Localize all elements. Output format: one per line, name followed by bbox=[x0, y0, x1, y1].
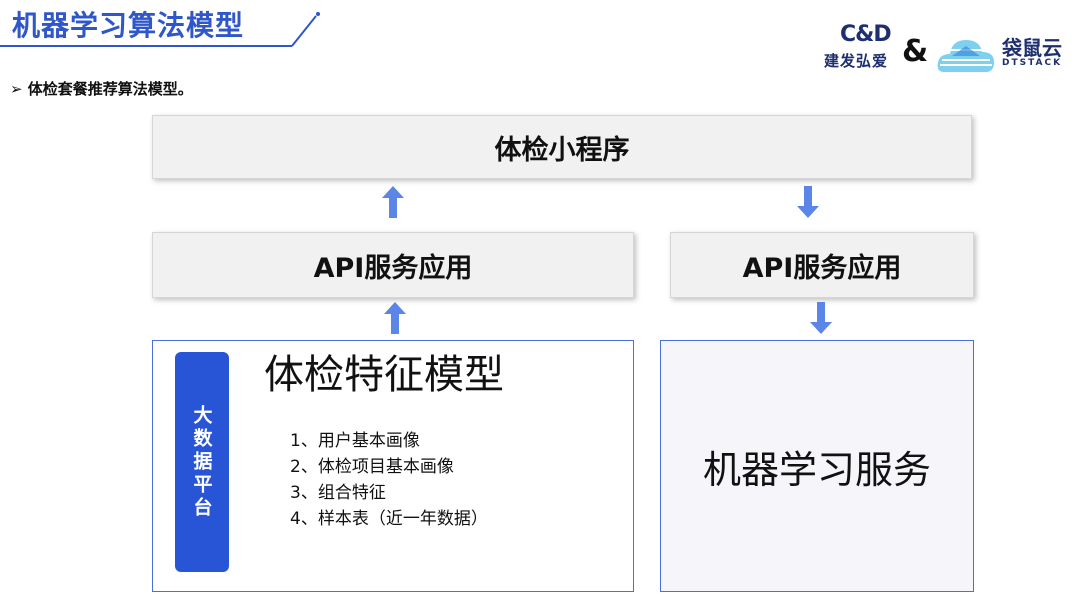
ampersand: & bbox=[902, 34, 929, 69]
api-service-box-left: API服务应用 bbox=[152, 232, 634, 298]
list-item: 2、体检项目基本画像 bbox=[290, 457, 454, 477]
feature-model-title: 体检特征模型 bbox=[264, 352, 504, 398]
api-service-label-left: API服务应用 bbox=[313, 252, 473, 284]
list-item: 3、组合特征 bbox=[290, 483, 386, 503]
bigdata-platform-label: 大数据平台 bbox=[190, 404, 213, 520]
dtstack-logo-cn: 袋鼠云 bbox=[1002, 36, 1062, 60]
api-service-box-right: API服务应用 bbox=[670, 232, 974, 298]
arrow-up-icon bbox=[384, 302, 406, 334]
mini-program-label: 体检小程序 bbox=[494, 134, 630, 166]
arrow-down-icon bbox=[810, 302, 832, 334]
mini-program-box: 体检小程序 bbox=[152, 115, 972, 179]
dtstack-cloud-icon bbox=[937, 40, 994, 72]
cd-logo-name: 建发弘爱 bbox=[824, 52, 889, 70]
feature-list: 1、用户基本画像 2、体检项目基本画像 3、组合特征 4、样本表（近一年数据） bbox=[290, 428, 488, 532]
ml-service-label: 机器学习服务 bbox=[702, 447, 931, 492]
arrow-down-icon bbox=[797, 186, 819, 218]
dtstack-logo-en: DTSTACK bbox=[1002, 58, 1063, 68]
list-item: 1、用户基本画像 bbox=[290, 431, 420, 451]
ml-service-box: 机器学习服务 bbox=[660, 340, 974, 592]
page-title: 机器学习算法模型 bbox=[12, 9, 245, 42]
api-service-label-right: API服务应用 bbox=[742, 252, 902, 284]
arrow-up-icon bbox=[382, 186, 404, 218]
cd-logo-mark: C&D bbox=[840, 22, 892, 47]
subtitle: ➢ 体检套餐推荐算法模型。 bbox=[10, 80, 193, 98]
bigdata-platform-badge: 大数据平台 bbox=[175, 352, 229, 572]
list-item: 4、样本表（近一年数据） bbox=[290, 509, 488, 529]
